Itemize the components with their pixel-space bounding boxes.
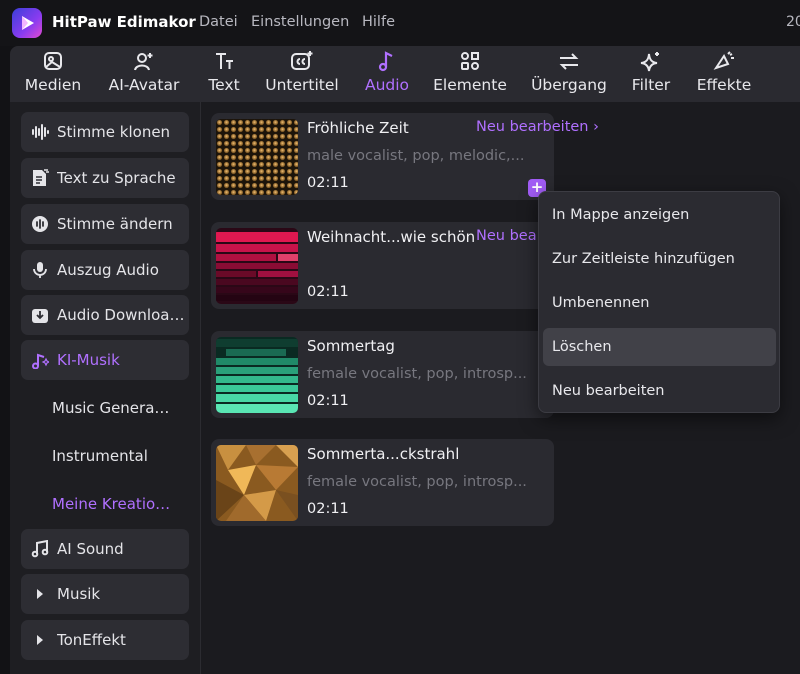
track-duration: 02:11 xyxy=(307,175,349,191)
caret-right-icon xyxy=(31,585,49,603)
title-edge-text: 20 xyxy=(786,14,800,30)
track-duration: 02:11 xyxy=(307,501,349,517)
tab-ai-avatar[interactable]: AI-Avatar xyxy=(104,46,184,102)
waveform-icon xyxy=(31,123,49,141)
voice-change-icon xyxy=(31,215,49,233)
track-duration: 02:11 xyxy=(307,393,349,409)
menu-item-add-to-timeline[interactable]: Zur Zeitleiste hinzufügen xyxy=(543,240,776,278)
sidebar-item-ai-sound[interactable]: AI Sound xyxy=(21,529,189,569)
sidebar-item-text-zu-sprache[interactable]: Text zu Sprache xyxy=(21,158,189,198)
text-icon xyxy=(209,46,239,74)
tab-untertitel[interactable]: Untertitel xyxy=(264,46,340,102)
subtitle-icon xyxy=(287,46,317,74)
music-notes-icon xyxy=(31,540,49,558)
menu-item-rename[interactable]: Umbenennen xyxy=(543,284,776,322)
main-toolbar: Medien AI-Avatar Text Untertitel Audio E… xyxy=(10,46,800,102)
track-description: male vocalist, pop, melodic,... xyxy=(307,148,525,164)
tab-filter[interactable]: Filter xyxy=(630,46,672,102)
tab-audio[interactable]: Audio xyxy=(362,46,412,102)
caret-right-icon xyxy=(31,631,49,649)
track-card[interactable]: Sommerta...ckstrahl female vocalist, pop… xyxy=(211,439,554,526)
menu-einstellungen[interactable]: Einstellungen xyxy=(251,14,349,30)
track-thumbnail xyxy=(216,337,298,413)
effects-icon xyxy=(709,46,739,74)
sidebar-item-stimme-klonen[interactable]: Stimme klonen xyxy=(21,112,189,152)
track-card[interactable]: Weihnacht...wie schön 02:11 Neu bea xyxy=(211,222,554,309)
sidebar-subitem-instrumental[interactable]: Instrumental xyxy=(52,447,148,465)
sidebar-item-toneffekt[interactable]: TonEffekt xyxy=(21,620,189,660)
edit-again-link[interactable]: Neu bea xyxy=(476,228,537,244)
track-card[interactable]: Sommertag female vocalist, pop, introsp.… xyxy=(211,331,554,418)
sidebar-item-audio-download[interactable]: Audio Downloa… xyxy=(21,295,189,335)
ai-music-icon xyxy=(31,351,49,369)
text-to-speech-icon xyxy=(31,169,49,187)
track-description: female vocalist, pop, introsp... xyxy=(307,474,527,490)
tab-effekte[interactable]: Effekte xyxy=(694,46,754,102)
menu-datei[interactable]: Datei xyxy=(199,14,238,30)
track-title: Sommerta...ckstrahl xyxy=(307,445,460,463)
app-name: HitPaw Edimakor xyxy=(52,13,196,31)
context-menu: In Mappe anzeigen Zur Zeitleiste hinzufü… xyxy=(538,191,780,413)
sidebar-subitem-meine-kreationen[interactable]: Meine Kreatio… xyxy=(52,495,170,513)
track-duration: 02:11 xyxy=(307,284,349,300)
music-note-icon xyxy=(372,46,402,74)
sidebar-subitem-music-generator[interactable]: Music Genera… xyxy=(52,399,169,417)
track-card[interactable]: Fröhliche Zeit male vocalist, pop, melod… xyxy=(211,113,599,200)
tab-elemente[interactable]: Elemente xyxy=(433,46,507,102)
edit-again-link[interactable]: Neu bearbeiten › xyxy=(476,119,599,135)
sidebar-item-musik[interactable]: Musik xyxy=(21,574,189,614)
track-title: Sommertag xyxy=(307,337,395,355)
track-thumbnail xyxy=(216,445,298,521)
app-logo-icon xyxy=(12,8,42,38)
track-title: Weihnacht...wie schön xyxy=(307,228,476,246)
sidebar-item-ki-musik[interactable]: KI-Musik xyxy=(21,340,189,380)
transition-icon xyxy=(554,46,584,74)
elements-icon xyxy=(455,46,485,74)
track-thumbnail xyxy=(216,228,298,304)
menu-hilfe[interactable]: Hilfe xyxy=(362,14,395,30)
menu-item-show-in-folder[interactable]: In Mappe anzeigen xyxy=(543,196,776,234)
avatar-icon xyxy=(129,46,159,74)
media-icon xyxy=(38,46,68,74)
menu-item-delete[interactable]: Löschen xyxy=(543,328,776,366)
menu-item-edit-again[interactable]: Neu bearbeiten xyxy=(543,372,776,410)
title-bar: HitPaw Edimakor Datei Einstellungen Hilf… xyxy=(0,0,800,46)
filter-sparkle-icon xyxy=(636,46,666,74)
track-title: Fröhliche Zeit xyxy=(307,119,409,137)
track-thumbnail xyxy=(216,119,298,195)
download-icon xyxy=(31,306,49,324)
tab-medien[interactable]: Medien xyxy=(24,46,82,102)
track-description: female vocalist, pop, introsp... xyxy=(307,366,527,382)
sidebar-item-auszug-audio[interactable]: Auszug Audio xyxy=(21,250,189,290)
microphone-icon xyxy=(31,261,49,279)
tab-text[interactable]: Text xyxy=(203,46,245,102)
sidebar-item-stimme-aendern[interactable]: Stimme ändern xyxy=(21,204,189,244)
tab-uebergang[interactable]: Übergang xyxy=(530,46,608,102)
